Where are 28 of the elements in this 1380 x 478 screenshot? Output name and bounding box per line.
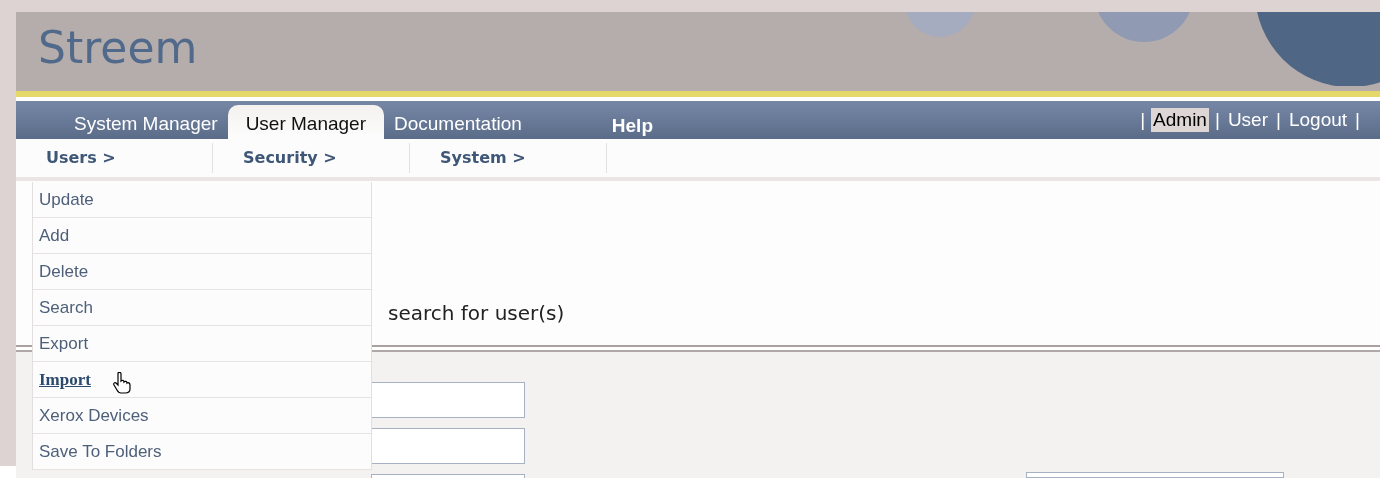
- account-link[interactable]: User: [1225, 108, 1270, 132]
- nav-tab[interactable]: User Manager: [227, 105, 384, 139]
- nav-tab[interactable]: Help: [601, 109, 663, 139]
- menu-item[interactable]: Import: [33, 362, 371, 398]
- menu-item[interactable]: Update: [33, 182, 371, 218]
- menu-item[interactable]: Delete: [33, 254, 371, 290]
- hand-cursor-icon: [113, 372, 131, 394]
- menu-item[interactable]: Export: [33, 326, 371, 362]
- submenu-link[interactable]: System >: [410, 143, 607, 173]
- instruction-text: search for user(s): [388, 301, 565, 325]
- nav-tab[interactable]: System Manager: [64, 109, 228, 139]
- account-link[interactable]: Admin: [1151, 108, 1209, 132]
- app-title: Streem: [37, 21, 198, 75]
- input-field[interactable]: [371, 428, 525, 464]
- menu-item[interactable]: Save To Folders: [33, 434, 371, 470]
- input-field[interactable]: [371, 382, 525, 418]
- input-field[interactable]: [1026, 472, 1284, 478]
- separator: |: [1140, 109, 1146, 131]
- menu-item[interactable]: Xerox Devices: [33, 398, 371, 434]
- menu-item[interactable]: Add: [33, 218, 371, 254]
- submenu-link[interactable]: Users >: [16, 143, 213, 173]
- account-link[interactable]: Logout: [1286, 108, 1350, 132]
- menu-item[interactable]: Search: [33, 290, 371, 326]
- separator: |: [1355, 109, 1360, 131]
- nav-tab[interactable]: Documentation: [384, 109, 532, 139]
- separator: |: [1214, 109, 1220, 131]
- separator: |: [1276, 109, 1281, 131]
- submenu-link[interactable]: Security >: [213, 143, 410, 173]
